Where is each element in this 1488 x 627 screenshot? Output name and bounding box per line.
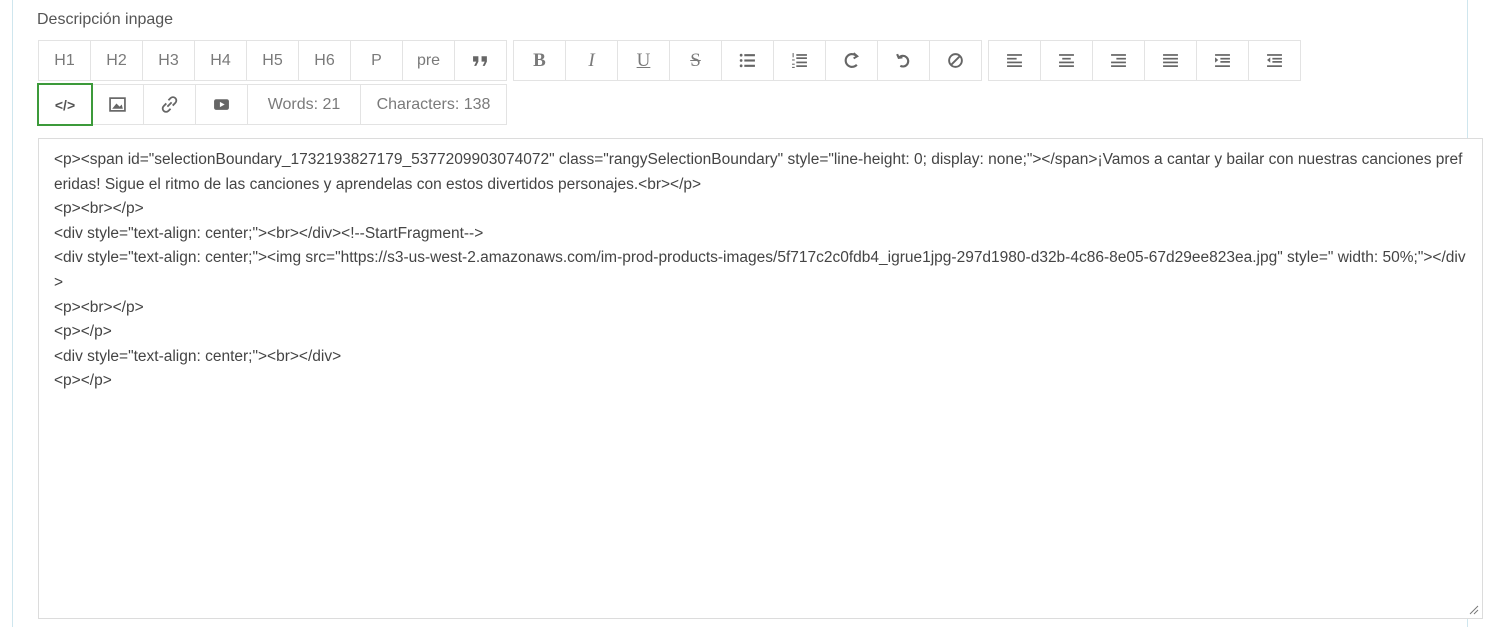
pre-button[interactable]: pre: [402, 40, 455, 81]
h1-button[interactable]: H1: [38, 40, 91, 81]
italic-button[interactable]: I: [565, 40, 618, 81]
align-right-button[interactable]: [1092, 40, 1145, 81]
align-center-icon: [1059, 54, 1074, 67]
underline-button[interactable]: U: [617, 40, 670, 81]
html-source-button[interactable]: </>: [37, 83, 93, 126]
undo-button[interactable]: [877, 40, 930, 81]
undo-icon: [896, 53, 910, 68]
h3-button[interactable]: H3: [142, 40, 195, 81]
insert-link-button[interactable]: [143, 84, 196, 125]
editor-line: <div style="text-align: center;"><br></d…: [54, 347, 342, 365]
h2-button[interactable]: H2: [90, 40, 143, 81]
editor-line: <p><span id="selectionBoundary_173219382…: [54, 151, 1463, 193]
h6-button[interactable]: H6: [298, 40, 351, 81]
quote-icon: [473, 56, 487, 66]
unordered-list-button[interactable]: [721, 40, 774, 81]
align-left-icon: [1007, 54, 1022, 67]
redo-button[interactable]: [825, 40, 878, 81]
insert-group: </> Words: 21 Characters: 138: [37, 83, 507, 126]
editor-line: <div style="text-align: center;"><br></d…: [54, 224, 484, 242]
indent-button[interactable]: [1196, 40, 1249, 81]
editor-toolbar-row-1: H1 H2 H3 H4 H5 H6 P pre B I U S: [38, 40, 1307, 81]
editor-toolbar-row-2: </> Words: 21 Characters: 138: [37, 83, 513, 126]
editor-line: <p><br></p>: [54, 298, 144, 316]
format-group: B I U S: [513, 40, 982, 81]
editor-line: <p><br></p>: [54, 200, 144, 218]
editor-line: <div style="text-align: center;"><img sr…: [54, 249, 1466, 291]
character-count: Characters: 138: [360, 84, 507, 125]
ordered-list-icon: [792, 53, 807, 68]
outdent-icon: [1267, 54, 1282, 67]
resize-grip-icon[interactable]: [1468, 604, 1479, 615]
link-icon: [161, 96, 178, 113]
bold-label: B: [533, 49, 546, 71]
clear-format-icon: [948, 53, 963, 68]
align-right-icon: [1111, 54, 1126, 67]
strike-label: S: [690, 49, 701, 71]
h5-button[interactable]: H5: [246, 40, 299, 81]
unordered-list-icon: [739, 53, 755, 68]
editor-line: <p></p>: [54, 323, 112, 341]
clear-format-button[interactable]: [929, 40, 982, 81]
insert-image-button[interactable]: [91, 84, 144, 125]
align-center-button[interactable]: [1040, 40, 1093, 81]
insert-video-button[interactable]: [195, 84, 248, 125]
italic-label: I: [588, 49, 595, 71]
strikethrough-button[interactable]: S: [669, 40, 722, 81]
word-count: Words: 21: [247, 84, 361, 125]
paragraph-button[interactable]: P: [350, 40, 403, 81]
align-group: [988, 40, 1301, 81]
quote-button[interactable]: [454, 40, 507, 81]
redo-icon: [844, 52, 859, 68]
html-source-editor[interactable]: <p><span id="selectionBoundary_173219382…: [38, 138, 1483, 619]
align-left-button[interactable]: [988, 40, 1041, 81]
outdent-button[interactable]: [1248, 40, 1301, 81]
align-justify-button[interactable]: [1144, 40, 1197, 81]
field-label: Descripción inpage: [37, 11, 174, 28]
align-justify-icon: [1163, 54, 1178, 67]
bold-button[interactable]: B: [513, 40, 566, 81]
h4-button[interactable]: H4: [194, 40, 247, 81]
underline-label: U: [636, 49, 651, 71]
code-icon: </>: [54, 96, 76, 113]
indent-icon: [1215, 54, 1230, 67]
editor-line: <p></p>: [54, 372, 112, 390]
ordered-list-button[interactable]: [773, 40, 826, 81]
image-icon: [109, 97, 126, 112]
heading-group: H1 H2 H3 H4 H5 H6 P pre: [38, 40, 507, 81]
video-icon: [214, 99, 229, 110]
